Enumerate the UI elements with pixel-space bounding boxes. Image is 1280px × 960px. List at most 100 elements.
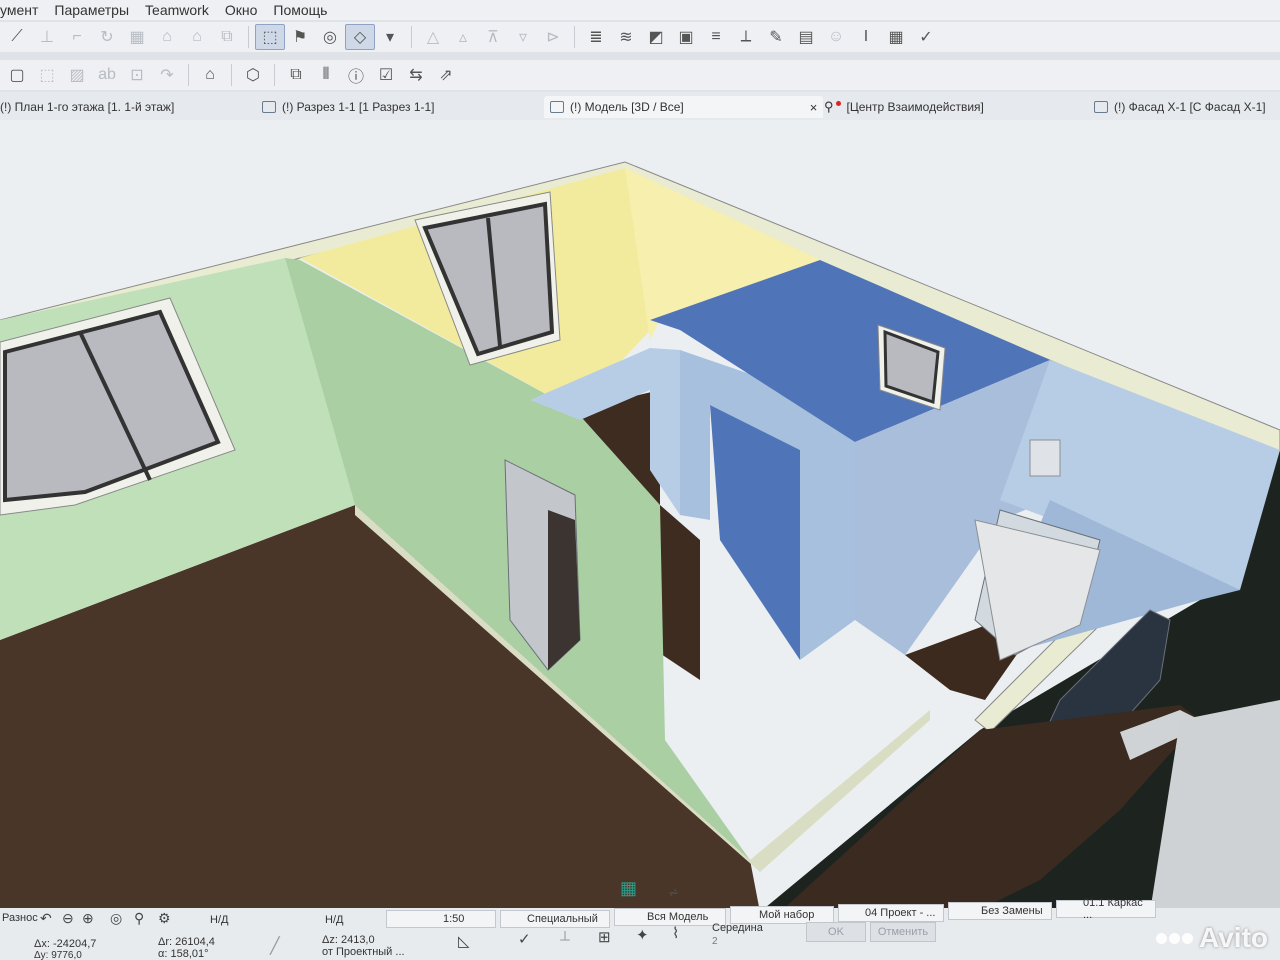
chevron-down-icon[interactable]: ▾ bbox=[375, 24, 405, 50]
stairs-icon[interactable]: ≡ bbox=[701, 24, 731, 50]
grid-element-icon[interactable]: ▦ bbox=[122, 24, 152, 50]
target-icon[interactable]: ⊡ bbox=[122, 62, 152, 88]
snap-count: 2 bbox=[712, 936, 718, 947]
fill-icon[interactable]: ◩ bbox=[641, 24, 671, 50]
separator bbox=[411, 26, 412, 48]
building-icon[interactable]: ⌂ bbox=[182, 24, 212, 50]
house-icon[interactable]: ⌂ bbox=[195, 62, 225, 88]
split-icon[interactable]: ⧉ bbox=[212, 24, 242, 50]
orbit-icon[interactable]: ◎ bbox=[315, 24, 345, 50]
corner-icon[interactable]: ⌐ bbox=[62, 24, 92, 50]
rotate-icon[interactable]: ↻ bbox=[92, 24, 122, 50]
menu-document[interactable]: умент bbox=[0, 2, 38, 18]
partial-icon[interactable]: ▢ bbox=[2, 62, 32, 88]
arrow-up-bar-icon[interactable]: ⊼ bbox=[478, 24, 508, 50]
menu-window[interactable]: Окно bbox=[225, 2, 258, 18]
beam-icon[interactable]: I bbox=[851, 24, 881, 50]
3d-model-render bbox=[0, 120, 1280, 912]
tab-section[interactable]: (!) Разрез 1-1 [1 Разрез 1-1] bbox=[262, 96, 435, 118]
flag-icon[interactable]: ⚑ bbox=[285, 24, 315, 50]
dimension-value: 04 Проект - ... bbox=[865, 907, 936, 919]
notification-dot bbox=[835, 100, 841, 106]
transfer-icon[interactable]: ⇆ bbox=[401, 62, 431, 88]
separator bbox=[188, 64, 189, 86]
guide-icon[interactable]: ⟂ bbox=[560, 928, 570, 945]
roof-icon[interactable]: ⌂ bbox=[152, 24, 182, 50]
box-icon[interactable]: ▣ bbox=[671, 24, 701, 50]
paint-icon[interactable]: ✎ bbox=[761, 24, 791, 50]
elevation-icon bbox=[1094, 101, 1108, 113]
view-tab-bar: (!) План 1-го этажа [1. 1-й этаж] (!) Ра… bbox=[0, 92, 1280, 120]
triangle-up-icon[interactable]: ▵ bbox=[448, 24, 478, 50]
orbit-icon[interactable]: ◎ bbox=[110, 910, 122, 927]
mirror-icon[interactable]: ⊳ bbox=[538, 24, 568, 50]
tab-3d-model[interactable]: (!) Модель [3D / Все] × bbox=[544, 96, 824, 118]
triangle-ruler-icon[interactable]: ◺ bbox=[458, 932, 470, 950]
table-icon[interactable]: ▦ bbox=[881, 24, 911, 50]
separator bbox=[231, 64, 232, 86]
model-view-select[interactable]: Вся Модель bbox=[614, 908, 726, 926]
tab-floor-plan[interactable]: (!) План 1-го этажа [1. 1-й этаж] bbox=[0, 96, 174, 118]
snap-box-icon[interactable]: ⊞ bbox=[598, 928, 611, 946]
dimension-select[interactable]: 04 Проект - ... bbox=[838, 904, 944, 922]
info-box-bar: Разнос ↶ ⊖ ⊕ ◎ ⚲ ⚙ Н/Д Н/Д 1:50 Специаль… bbox=[0, 897, 1280, 960]
dr-readout: Δr: 26104,4 bbox=[158, 936, 215, 948]
check-settings-icon[interactable]: ✓ bbox=[911, 24, 941, 50]
magic-wand-icon[interactable]: ✦ bbox=[636, 926, 649, 944]
ok-button[interactable]: OK bbox=[806, 922, 866, 942]
brush-icon[interactable]: ⟂ bbox=[731, 24, 761, 50]
menu-teamwork[interactable]: Teamwork bbox=[145, 2, 209, 18]
info-icon[interactable]: ⓘ bbox=[341, 62, 371, 88]
layer-combination-value: Специальный bbox=[527, 913, 598, 925]
scale-select[interactable]: 1:50 bbox=[386, 910, 496, 928]
arrow-up-icon[interactable]: △ bbox=[418, 24, 448, 50]
columns-icon[interactable]: ⫴ bbox=[311, 62, 341, 88]
renovation-filter-select[interactable]: 01.1 Каркас ... bbox=[1056, 897, 1156, 921]
split-handle-icon[interactable]: ⩫ bbox=[668, 885, 679, 901]
section-icon bbox=[262, 101, 276, 113]
avito-watermark: Avito bbox=[1156, 922, 1268, 954]
tab-collaboration[interactable]: ⚲ [Центр Взаимодействия] bbox=[824, 96, 984, 118]
view-cube-icon[interactable]: ◇ bbox=[345, 24, 375, 50]
navigation-grid-icon[interactable]: ▦ bbox=[620, 878, 642, 900]
align-icon[interactable]: ⊥ bbox=[32, 24, 62, 50]
menu-bar: умент Параметры Teamwork Окно Помощь bbox=[0, 0, 1280, 20]
line-tool-icon[interactable]: ╱ bbox=[270, 936, 280, 956]
3d-viewport[interactable]: ⩫ bbox=[0, 120, 1280, 912]
override-value: Без Замены bbox=[981, 905, 1043, 917]
menu-options[interactable]: Параметры bbox=[54, 2, 129, 18]
check-doc-icon[interactable]: ☑ bbox=[371, 62, 401, 88]
scale-value: 1:50 bbox=[443, 913, 465, 925]
secondary-toolbar: ▢ ⬚ ▨ ab ⊡ ↷ ⌂ ⬡ ⧉ ⫴ ⓘ ☑ ⇆ ⇗ bbox=[0, 60, 1280, 90]
marquee-icon[interactable]: ⬚ bbox=[32, 62, 62, 88]
walk-icon[interactable]: ⚲ bbox=[134, 910, 144, 927]
tab-elevation[interactable]: (!) Фасад Х-1 [С Фасад Х-1] bbox=[1094, 96, 1266, 118]
slab-icon[interactable]: ≋ bbox=[611, 24, 641, 50]
arrow-down-icon[interactable]: ▿ bbox=[508, 24, 538, 50]
menu-help[interactable]: Помощь bbox=[273, 2, 327, 18]
cancel-button[interactable]: Отменить bbox=[870, 922, 936, 942]
person-icon[interactable]: ☺ bbox=[821, 24, 851, 50]
export-icon[interactable]: ⇗ bbox=[431, 62, 461, 88]
select-box-icon[interactable]: ⬚ bbox=[255, 24, 285, 50]
layer-combination-select[interactable]: Специальный bbox=[500, 910, 610, 928]
zoom-out-icon[interactable]: ⊖ bbox=[62, 910, 74, 927]
snap-point-icon[interactable]: ⌇ bbox=[672, 924, 679, 942]
settings-icon[interactable]: ⚙ bbox=[158, 910, 171, 927]
text-abc-icon[interactable]: ab bbox=[92, 62, 122, 88]
tab-label: (!) План 1-го этажа [1. 1-й этаж] bbox=[0, 100, 175, 114]
layers-icon[interactable]: ≣ bbox=[581, 24, 611, 50]
stack-icon[interactable]: ⧉ bbox=[281, 62, 311, 88]
check-mark-icon[interactable]: ✓ bbox=[518, 930, 531, 948]
renovation-filter-value: 01.1 Каркас ... bbox=[1083, 897, 1143, 921]
zoom-in-icon[interactable]: ⊕ bbox=[82, 910, 94, 927]
close-icon[interactable]: × bbox=[810, 100, 818, 115]
override-select[interactable]: Без Замены bbox=[948, 902, 1052, 920]
magic-wand-icon[interactable]: ⟋ bbox=[2, 24, 32, 50]
book-icon[interactable]: ▤ bbox=[791, 24, 821, 50]
model-view-value: Вся Модель bbox=[647, 911, 709, 923]
undo-icon[interactable]: ↶ bbox=[40, 910, 52, 927]
hatch-icon[interactable]: ▨ bbox=[62, 62, 92, 88]
curve-icon[interactable]: ↷ bbox=[152, 62, 182, 88]
cube-icon[interactable]: ⬡ bbox=[238, 62, 268, 88]
